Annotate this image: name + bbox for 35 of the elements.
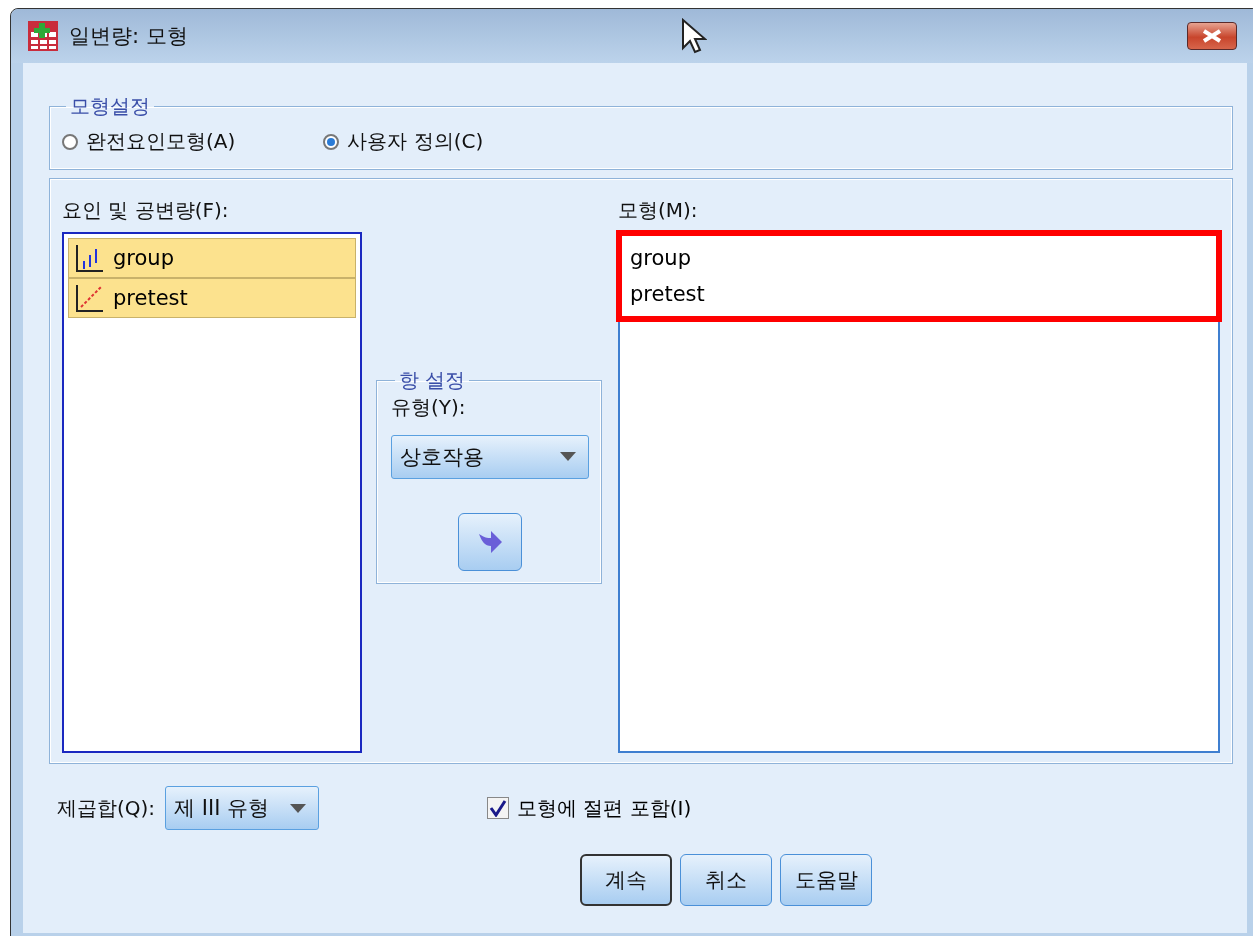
arrow-right-icon <box>477 529 503 554</box>
dropdown-arrow-icon <box>290 803 307 813</box>
model-term[interactable]: pretest <box>628 276 1210 312</box>
bar-chart-icon <box>75 243 105 273</box>
ruler-icon <box>75 283 105 313</box>
window-title: 일변량: 모형 <box>69 23 189 50</box>
model-term[interactable]: group <box>628 240 1210 276</box>
move-button[interactable] <box>458 512 522 571</box>
model-list[interactable]: group pretest <box>618 232 1220 753</box>
sum-of-squares-dropdown[interactable]: 제 III 유형 <box>165 786 320 830</box>
dialog-button[interactable]: 취소 <box>680 854 772 906</box>
close-icon <box>1201 29 1223 43</box>
radio-option[interactable]: 사용자 정의(C) <box>323 128 484 155</box>
dropdown-arrow-icon <box>560 452 576 461</box>
dialog-button[interactable]: 계속 <box>580 854 672 906</box>
check-icon <box>489 799 508 817</box>
type-dropdown[interactable]: 상호작용 <box>391 434 589 479</box>
list-label: 요인 및 공변량(F): <box>62 197 230 224</box>
radio-button[interactable] <box>62 133 78 150</box>
list-label: 모형(M): <box>618 197 699 224</box>
variable-item[interactable]: group <box>68 238 356 278</box>
radio-button[interactable] <box>323 133 340 150</box>
close-button[interactable] <box>1187 22 1237 50</box>
group-title: 모형설정 <box>69 93 151 120</box>
group-title: 항 설정 <box>398 366 467 394</box>
field-label: 유형(Y): <box>391 393 467 421</box>
intercept-checkbox-option[interactable]: 모형에 절편 포함(I) <box>487 794 692 822</box>
variable-item[interactable]: pretest <box>68 278 356 318</box>
table-icon <box>27 20 59 52</box>
variable-list[interactable]: group pretest <box>62 232 362 753</box>
dialog-button[interactable]: 도움말 <box>780 854 872 906</box>
checkbox[interactable] <box>487 797 510 819</box>
field-label: 제곱합(Q): <box>57 794 156 822</box>
radio-option[interactable]: 완전요인모형(A) <box>62 128 236 155</box>
mouse-cursor-icon <box>681 18 707 54</box>
